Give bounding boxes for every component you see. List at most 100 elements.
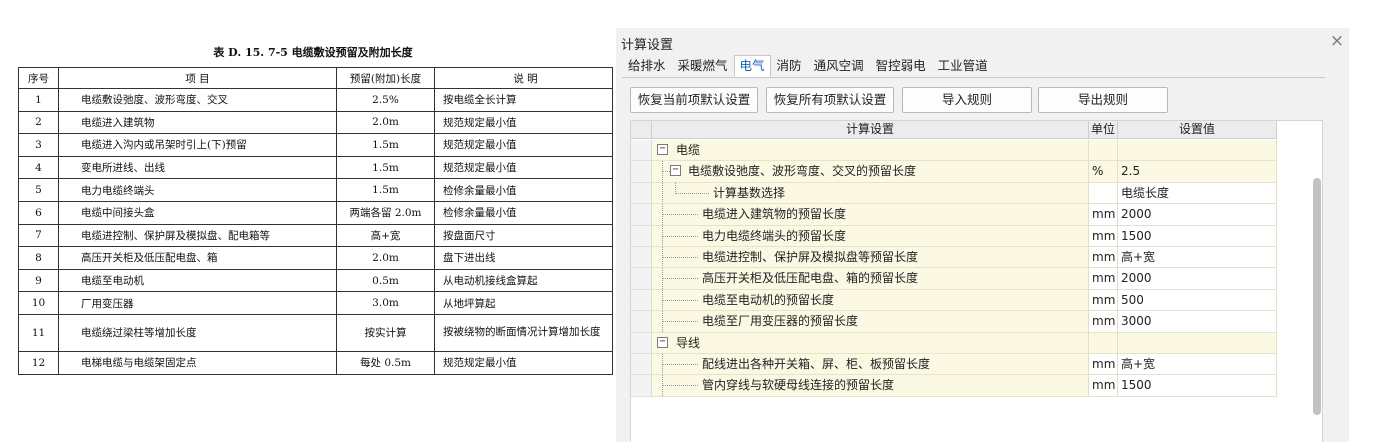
tab-hvac[interactable]: 通风空调 — [808, 55, 870, 77]
row-gutter — [631, 332, 652, 353]
table-row: 4 变电所进线、出线 1.5m 规范规定最小值 — [18, 155, 613, 180]
setting-value[interactable]: 电缆长度 — [1118, 182, 1277, 204]
table-row: 1 电缆敷设弛度、波形弯度、交叉 2.5% 按电缆全长计算 — [18, 88, 613, 112]
grid-setting-row[interactable]: 电缆进控制、保护屏及模拟盘等预留长度 mm 高+宽 — [631, 246, 1277, 269]
row-length: 1.5m — [336, 178, 435, 202]
tree-branch — [662, 299, 698, 301]
row-gutter — [631, 311, 652, 332]
setting-name: 电缆进控制、保护屏及模拟盘等预留长度 — [702, 249, 919, 264]
row-item: 高压开关柜及低压配电盘、箱 — [58, 246, 337, 270]
grid-header-value: 设置值 — [1118, 121, 1277, 139]
grid-setting-row[interactable]: 电力电缆终端头的预留长度 mm 1500 — [631, 225, 1277, 247]
setting-name-cell: 配线进出各种开关箱、屏、柜、板预留长度 — [652, 353, 1089, 375]
grid-setting-row[interactable]: 电缆至电动机的预留长度 mm 500 — [631, 289, 1277, 312]
grid-setting-row[interactable]: 计算基数选择 电缆长度 — [631, 182, 1277, 205]
row-item: 电梯电缆与电缆架固定点 — [58, 350, 337, 375]
header-length: 预留(附加)长度 — [336, 67, 435, 89]
setting-name-cell: 电缆进控制、保护屏及模拟盘等预留长度 — [652, 246, 1089, 268]
collapse-icon[interactable]: − — [670, 165, 681, 177]
setting-name: 高压开关柜及低压配电盘、箱的预留长度 — [702, 271, 919, 286]
row-gutter — [631, 204, 652, 225]
restore-current-default-button[interactable]: 恢复当前项默认设置 — [630, 87, 758, 113]
table-row: 5 电力电缆终端头 1.5m 检修余量最小值 — [18, 178, 613, 202]
setting-unit: mm — [1089, 225, 1118, 246]
setting-name: 配线进出各种开关箱、屏、柜、板预留长度 — [702, 356, 931, 371]
setting-value[interactable]: 500 — [1118, 289, 1277, 311]
row-note: 按电缆全长计算 — [434, 88, 613, 112]
setting-name: 电缆至厂用变压器的预留长度 — [702, 314, 859, 329]
tree-guide — [662, 182, 663, 204]
setting-name-cell: − 电缆敷设弛度、波形弯度、交叉的预留长度 — [652, 161, 1089, 182]
restore-all-default-button[interactable]: 恢复所有项默认设置 — [766, 87, 894, 113]
tab-low-voltage[interactable]: 智控弱电 — [870, 55, 932, 77]
grid-body: − 电缆 − 电缆敷设弛度、波形弯度、交叉的预留长度% 2.5 计算基数选择 电缆长度 电缆进… — [631, 140, 1277, 397]
export-rules-button[interactable]: 导出规则 — [1038, 87, 1168, 113]
setting-value[interactable]: 高+宽 — [1118, 246, 1277, 268]
setting-name: 计算基数选择 — [713, 185, 786, 200]
setting-value[interactable]: 3000 — [1118, 311, 1277, 332]
grid-group-row[interactable]: − 导线 — [631, 332, 1277, 354]
row-no: 1 — [18, 88, 59, 112]
setting-value[interactable]: 2000 — [1118, 268, 1277, 289]
close-icon[interactable]: × — [1328, 32, 1346, 50]
grid-group-row[interactable]: − 电缆 — [631, 140, 1277, 162]
setting-name-cell: − 导线 — [652, 332, 1089, 353]
setting-unit: % — [1089, 161, 1118, 182]
row-gutter — [631, 140, 652, 161]
setting-value[interactable]: 1500 — [1118, 375, 1277, 396]
grid-group-row[interactable]: − 电缆敷设弛度、波形弯度、交叉的预留长度% 2.5 — [631, 161, 1277, 183]
grid-setting-row[interactable]: 电缆至厂用变压器的预留长度 mm 3000 — [631, 311, 1277, 333]
row-length: 每处 0.5m — [336, 350, 435, 375]
setting-unit: mm — [1089, 268, 1118, 289]
row-no: 11 — [18, 313, 59, 352]
setting-unit — [1089, 332, 1118, 353]
setting-name-cell: 高压开关柜及低压配电盘、箱的预留长度 — [652, 268, 1089, 289]
row-length: 2.0m — [336, 246, 435, 270]
collapse-icon[interactable]: − — [657, 144, 668, 155]
row-length: 0.5m — [336, 268, 435, 293]
row-gutter — [631, 375, 652, 396]
row-gutter — [631, 289, 652, 311]
tab-heating-gas[interactable]: 采暖燃气 — [672, 55, 734, 77]
grid-header-gutter — [631, 121, 652, 139]
grid-setting-row[interactable]: 管内穿线与软硬母线连接的预留长度 mm 1500 — [631, 375, 1277, 397]
grid-setting-row[interactable]: 电缆进入建筑物的预留长度 mm 2000 — [631, 204, 1277, 226]
row-item: 电缆进入建筑物 — [58, 110, 337, 135]
tab-water[interactable]: 给排水 — [622, 55, 672, 77]
table-header-row: 序号 项 目 预留(附加)长度 说 明 — [18, 67, 613, 89]
setting-value[interactable]: 高+宽 — [1118, 353, 1277, 375]
row-item: 电力电缆终端头 — [58, 178, 337, 202]
collapse-icon[interactable]: − — [657, 336, 668, 348]
row-no: 7 — [18, 223, 59, 248]
import-rules-button[interactable]: 导入规则 — [902, 87, 1032, 113]
grid-setting-row[interactable]: 高压开关柜及低压配电盘、箱的预留长度 mm 2000 — [631, 268, 1277, 290]
row-no: 12 — [18, 350, 59, 375]
setting-unit — [1089, 140, 1118, 161]
scrollbar-thumb[interactable] — [1313, 178, 1321, 415]
setting-name-cell: 电缆至电动机的预留长度 — [652, 289, 1089, 311]
row-no: 8 — [18, 246, 59, 270]
table-row: 8 高压开关柜及低压配电盘、箱 2.0m 盘下进出线 — [18, 246, 613, 270]
table-row: 12 电梯电缆与电缆架固定点 每处 0.5m 规范规定最小值 — [18, 350, 613, 375]
tab-electrical[interactable]: 电气 — [733, 55, 771, 77]
table-row: 3 电缆进入沟内或吊架时引上(下)预留 1.5m 规范规定最小值 — [18, 133, 613, 157]
tab-fire[interactable]: 消防 — [771, 55, 808, 77]
setting-value[interactable]: 1500 — [1118, 225, 1277, 246]
tab-industrial-pipe[interactable]: 工业管道 — [932, 55, 994, 77]
settings-grid: 计算设置 单位 设置值 − 电缆 − 电缆敷设弛度、波形弯度、交叉的预留长度% 2.5 计… — [630, 120, 1323, 442]
row-gutter — [631, 225, 652, 246]
setting-value[interactable]: 2000 — [1118, 204, 1277, 225]
standard-document: 表 D. 15. 7-5 电缆敷设预留及附加长度 序号 项 目 预留(附加)长度… — [0, 0, 616, 442]
table-row: 2 电缆进入建筑物 2.0m 规范规定最小值 — [18, 110, 613, 135]
grid-setting-row[interactable]: 配线进出各种开关箱、屏、柜、板预留长度 mm 高+宽 — [631, 353, 1277, 376]
row-item: 变电所进线、出线 — [58, 155, 337, 180]
grid-scrollbar[interactable] — [1313, 178, 1322, 438]
setting-unit: mm — [1089, 289, 1118, 311]
table-body: 1 电缆敷设弛度、波形弯度、交叉 2.5% 按电缆全长计算 2 电缆进入建筑物 2.0m 规范… — [18, 88, 613, 375]
row-note: 规范规定最小值 — [434, 350, 613, 375]
setting-value[interactable]: 2.5 — [1118, 161, 1277, 182]
tree-branch — [662, 171, 670, 173]
row-no: 3 — [18, 133, 59, 157]
dialog-title: 计算设置 — [621, 38, 674, 53]
setting-unit: mm — [1089, 311, 1118, 332]
